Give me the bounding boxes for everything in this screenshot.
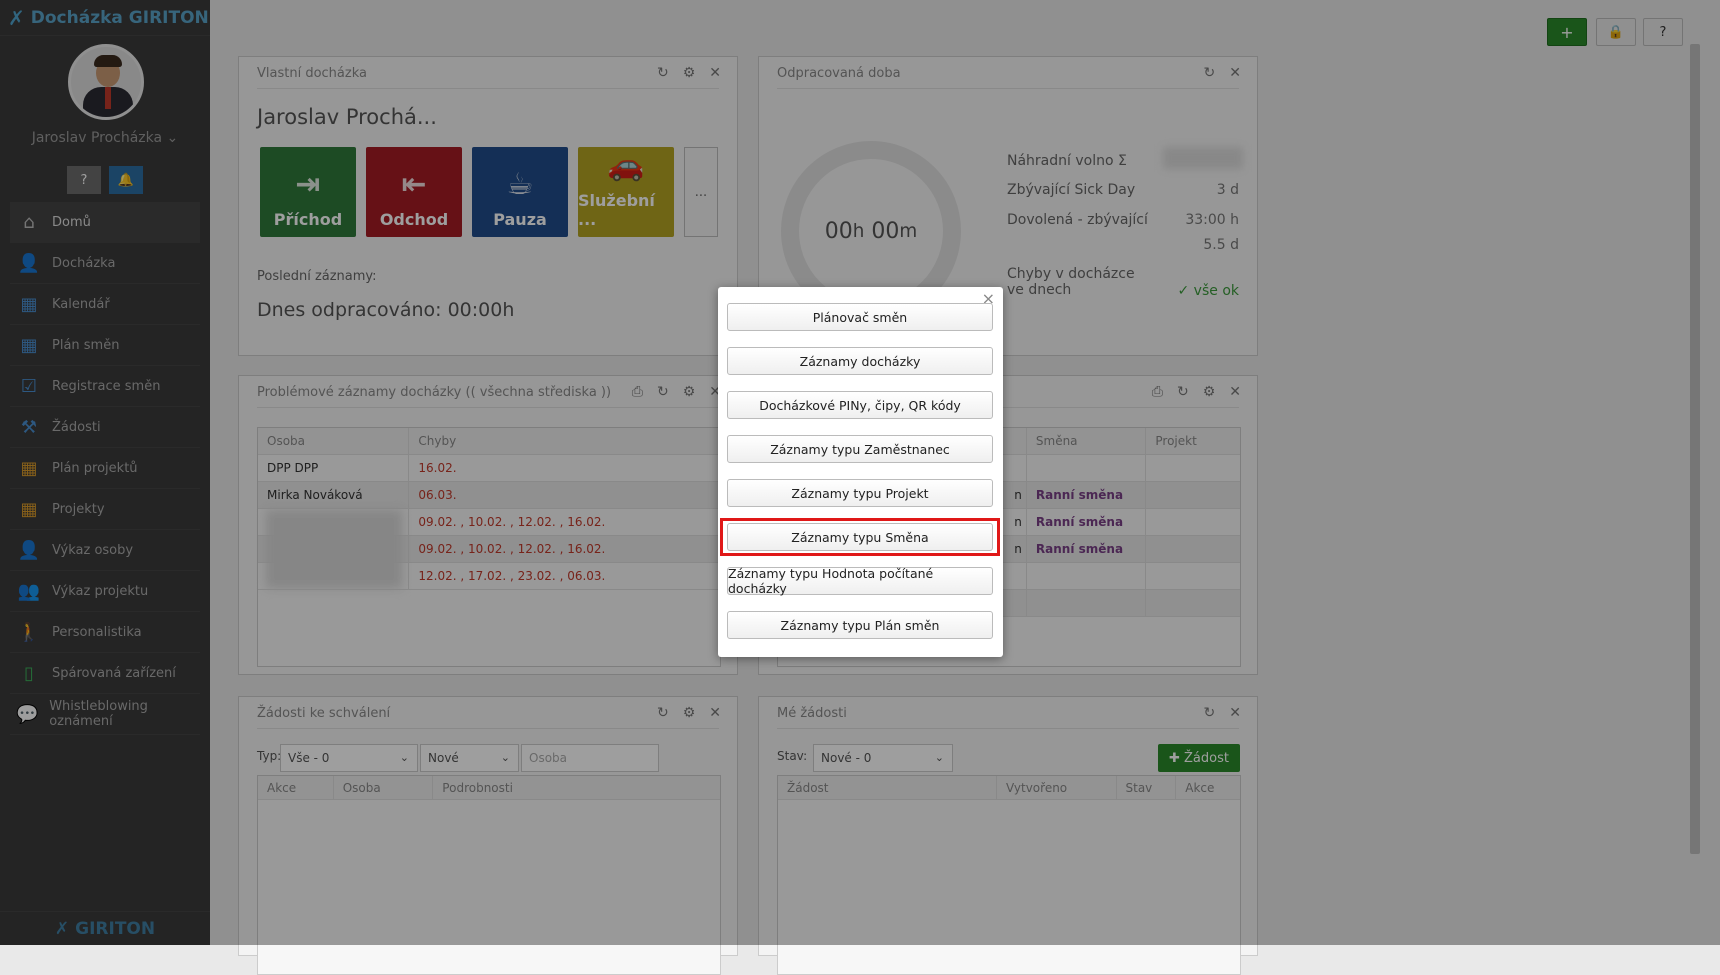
employee-records-button[interactable]: Záznamy typu Zaměstnanec <box>727 435 993 463</box>
records-modal: × Plánovač směn Záznamy docházky Docházk… <box>718 287 1003 657</box>
project-records-button[interactable]: Záznamy typu Projekt <box>727 479 993 507</box>
highlight-frame <box>720 518 1000 556</box>
attendance-records-button[interactable]: Záznamy docházky <box>727 347 993 375</box>
shift-planner-button[interactable]: Plánovač směn <box>727 303 993 331</box>
pins-chips-qr-button[interactable]: Docházkové PINy, čipy, QR kódy <box>727 391 993 419</box>
computed-attendance-records-button[interactable]: Záznamy typu Hodnota počítané docházky <box>727 566 993 596</box>
shift-plan-records-button[interactable]: Záznamy typu Plán směn <box>727 611 993 639</box>
